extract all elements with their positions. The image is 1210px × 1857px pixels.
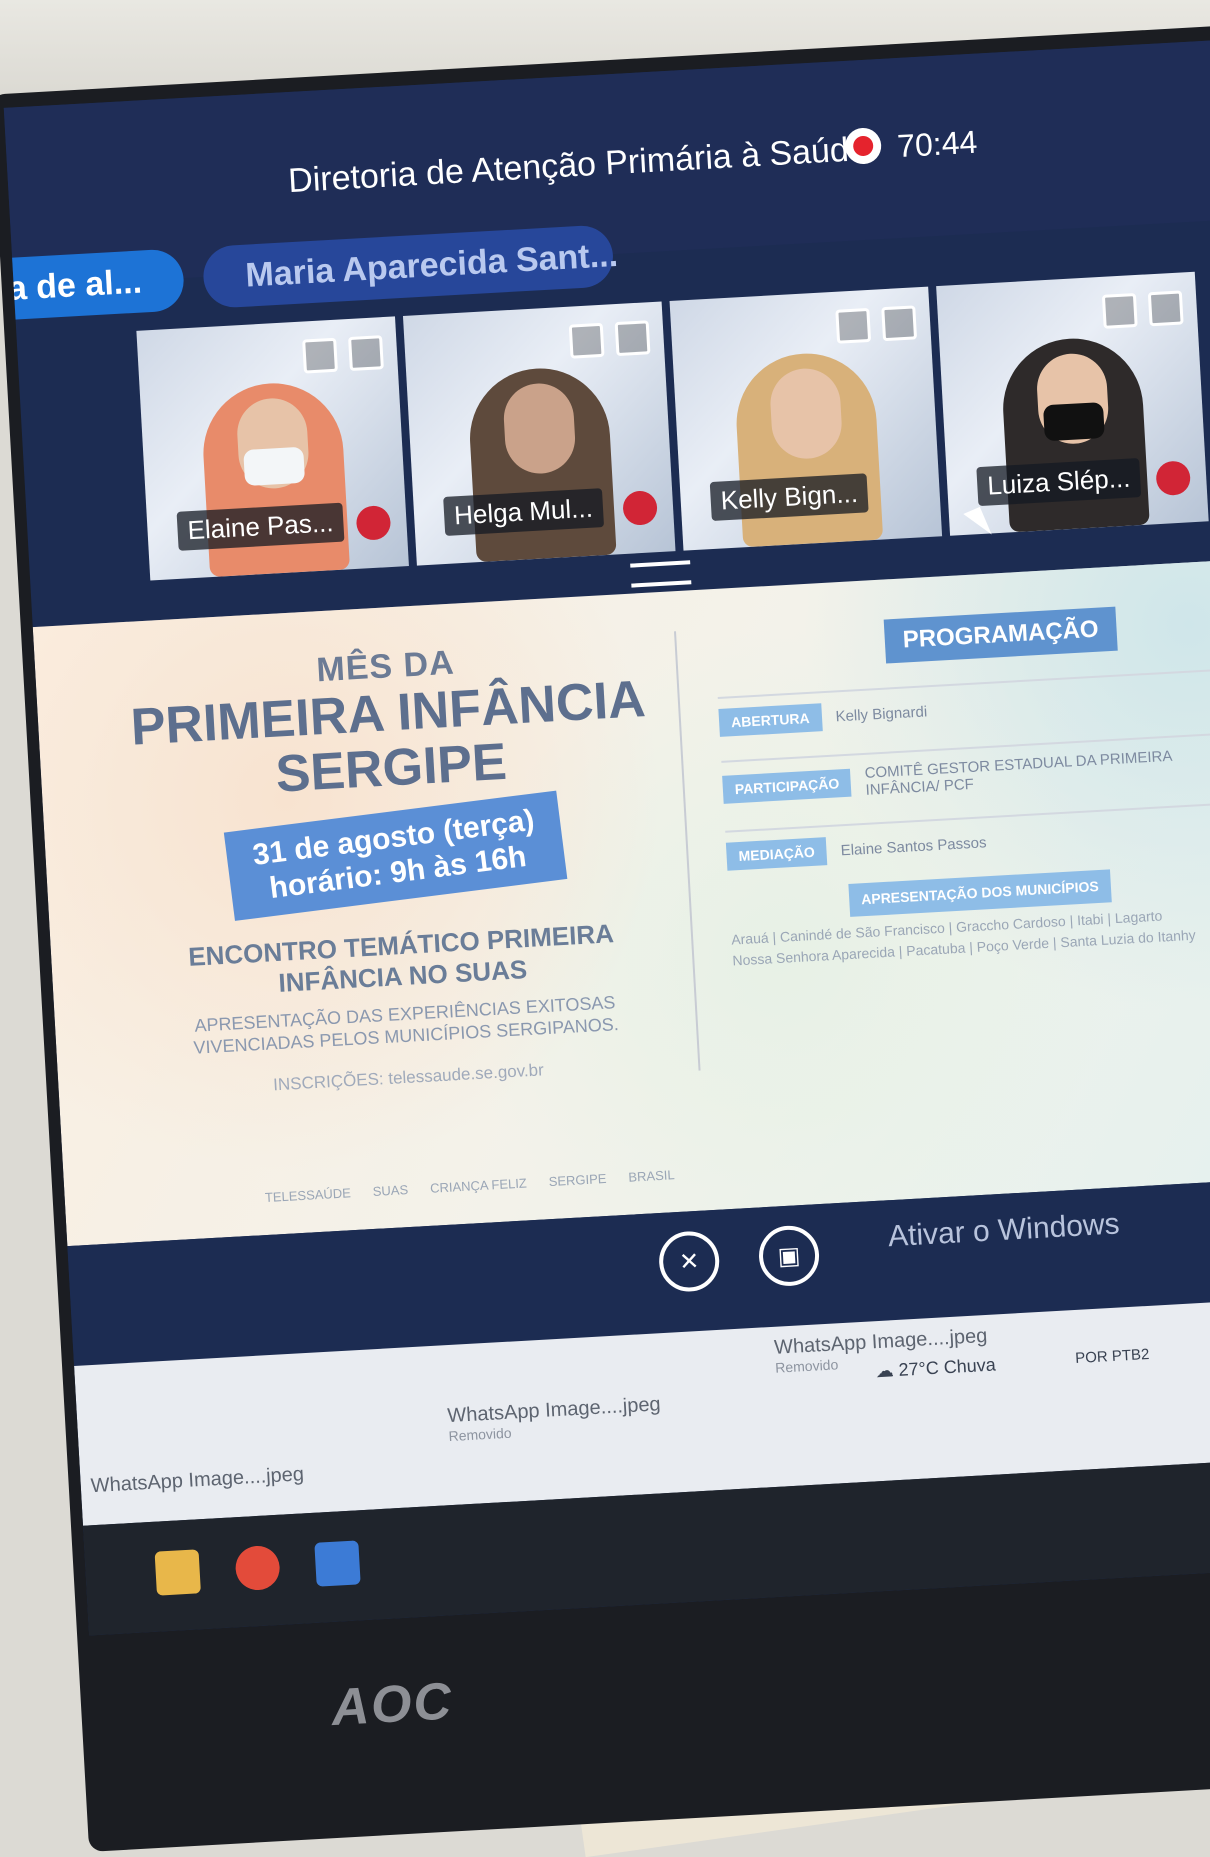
program-tag: MEDIAÇÃO [725, 837, 828, 871]
speaker-pill-active[interactable]: a de al... [3, 248, 186, 322]
lang-indicator: POR [1074, 1348, 1109, 1368]
mic-muted-icon [622, 490, 658, 526]
program-text: Kelly Bignardi [835, 702, 928, 725]
popout-icon[interactable] [302, 337, 338, 374]
file-explorer-icon[interactable] [154, 1549, 201, 1596]
municipios-block: APRESENTAÇÃO DOS MUNICÍPIOS Arauá | Cani… [729, 862, 1210, 972]
video-face [502, 381, 577, 476]
participant-tile[interactable]: Kelly Bign... [669, 286, 943, 551]
chrome-icon[interactable] [234, 1544, 281, 1592]
meeting-title: Diretoria de Atenção Primária à Saúde [287, 129, 869, 201]
face-mask [1042, 402, 1105, 442]
logo: SERGIPE [548, 1170, 607, 1190]
monitor: Diretoria de Atenção Primária à Saúde 70… [0, 25, 1210, 1852]
slide-right: PROGRAMAÇÃO ABERTURA Kelly Bignardi PART… [714, 600, 1210, 971]
date-box: 31 de agosto (terça) horário: 9h às 16h [224, 790, 569, 922]
face-mask [243, 446, 306, 487]
participant-tile[interactable]: Luiza Slép... [936, 271, 1209, 536]
program-row: PARTICIPAÇÃO COMITÊ GESTOR ESTADUAL DA P… [721, 731, 1210, 807]
mic-off-icon[interactable]: ✕ [657, 1229, 721, 1294]
partner-logos: TELESSAÚDE SUAS CRIANÇA FELIZ SERGIPE BR… [265, 1167, 675, 1205]
speaker-label: a de al... [6, 262, 143, 308]
logo: BRASIL [627, 1167, 675, 1185]
program-text: COMITÊ GESTOR ESTADUAL DA PRIMEIRA INFÂN… [864, 747, 1172, 799]
program-text: Elaine Santos Passos [840, 833, 987, 859]
shared-slide: MÊS DA PRIMEIRA INFÂNCIA SERGIPE 31 de a… [32, 559, 1210, 1247]
logo: SUAS [372, 1182, 409, 1199]
participant-tile[interactable]: Elaine Pas... [136, 316, 409, 581]
activate-windows-watermark: Ativar o Windows [887, 1207, 1121, 1254]
tile-tools [835, 305, 918, 344]
speaker-label: Maria Aparecida Sant... [244, 235, 619, 295]
fullscreen-icon[interactable] [614, 320, 651, 357]
tile-tools [302, 335, 384, 374]
download-item[interactable]: WhatsApp Image....jpeg [90, 1463, 304, 1498]
word-icon[interactable] [314, 1540, 361, 1587]
mic-muted-icon [355, 505, 392, 541]
download-item[interactable]: WhatsApp Image....jpeg Removido [447, 1393, 662, 1444]
slide-left: MÊS DA PRIMEIRA INFÂNCIA SERGIPE 31 de a… [125, 633, 669, 1102]
program-row: MEDIAÇÃO Elaine Santos Passos [725, 801, 1210, 871]
mic-muted-icon [1155, 460, 1192, 497]
registration-text: INSCRIÇÕES: telessaude.se.gov.br [272, 1059, 545, 1094]
drag-handle-icon[interactable] [630, 560, 692, 588]
program-tag: ABERTURA [718, 703, 823, 737]
lang-indicator-2: PTB2 [1111, 1345, 1150, 1365]
logo: TELESSAÚDE [264, 1185, 352, 1206]
program-tag: PARTICIPAÇÃO [722, 768, 852, 804]
cloud-icon: ☁ [875, 1360, 895, 1382]
weather-text: 27°C Chuva [898, 1354, 997, 1380]
download-name: WhatsApp Image....jpeg [90, 1463, 305, 1498]
popout-icon[interactable] [568, 322, 605, 359]
recording-time: 70:44 [896, 123, 979, 165]
logo: CRIANÇA FELIZ [429, 1175, 528, 1196]
fullscreen-icon[interactable] [881, 305, 918, 342]
screen: Diretoria de Atenção Primária à Saúde 70… [3, 40, 1210, 1636]
participant-tiles: Elaine Pas... Helga Mul... Kelly Bign...… [136, 271, 1209, 581]
tile-tools [568, 320, 651, 359]
program-row: ABERTURA Kelly Bignardi [717, 667, 1210, 737]
system-tray[interactable]: POR PTB2 [1075, 1346, 1150, 1367]
camera-off-icon[interactable]: ▣ [757, 1224, 821, 1288]
popout-icon[interactable] [835, 307, 872, 344]
tile-tools [1101, 290, 1184, 329]
slide-divider [673, 631, 701, 1071]
popout-icon[interactable] [1101, 293, 1138, 329]
fullscreen-icon[interactable] [1147, 290, 1184, 327]
participant-tile[interactable]: Helga Mul... [402, 301, 676, 566]
video-face [768, 366, 844, 461]
fullscreen-icon[interactable] [348, 335, 384, 372]
programacao-label: PROGRAMAÇÃO [883, 606, 1118, 664]
monitor-brand-logo: AOC [329, 1672, 455, 1738]
mic-muted-icon [226, 262, 229, 291]
